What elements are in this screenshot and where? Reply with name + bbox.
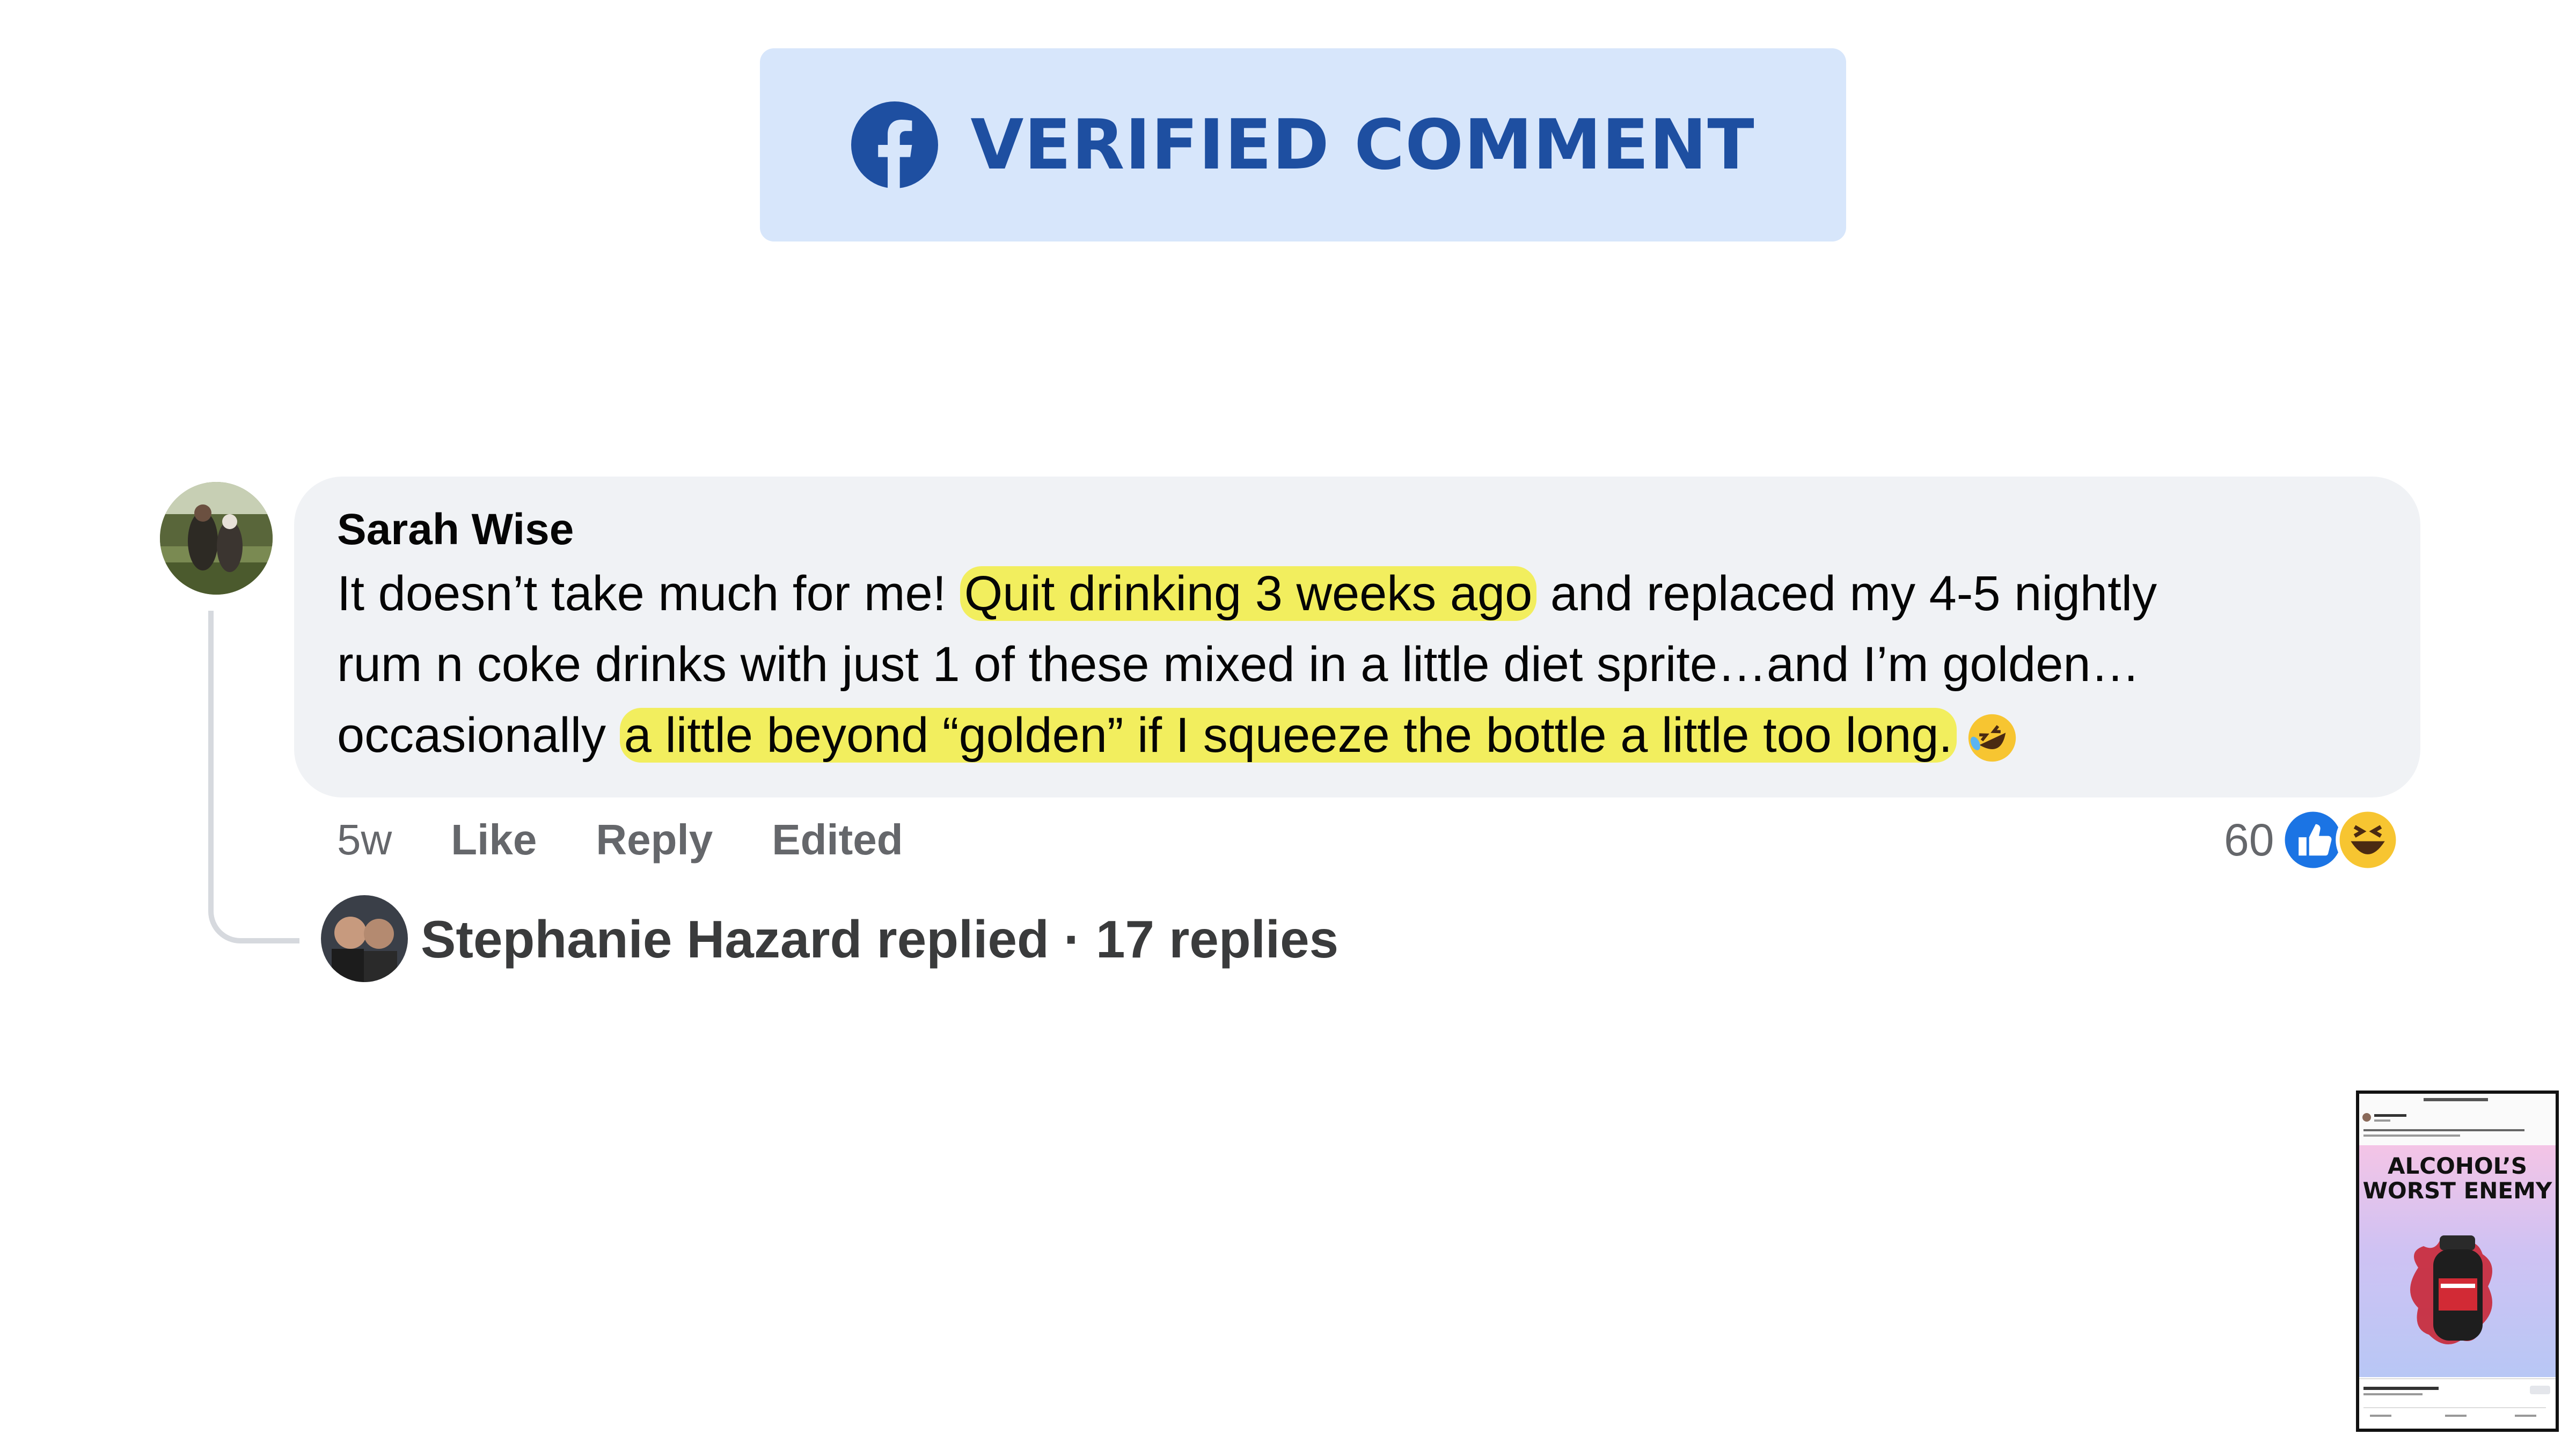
highlighted-text: Quit drinking 3 weeks ago <box>960 566 1537 621</box>
reaction-count: 60 <box>2224 814 2274 865</box>
comment-line: rum n coke drinks with just 1 of these m… <box>337 637 2140 692</box>
badge-title: VERIFIED COMMENT <box>970 105 1755 185</box>
comment-timestamp[interactable]: 5w <box>337 815 392 865</box>
thumbnail-post-footer <box>2359 1378 2556 1429</box>
thread-connector-line <box>208 611 299 943</box>
comment-line: occasionally a little beyond “golden” if… <box>337 700 2420 782</box>
ad-image: ALCOHOL’S WORST ENEMY <box>2359 1145 2556 1377</box>
thumbnail-post-header <box>2359 1094 2556 1146</box>
comment-text-segment: It doesn’t take much for me! <box>337 566 960 621</box>
edited-label[interactable]: Edited <box>772 815 903 865</box>
comment-text-segment: occasionally <box>337 708 620 763</box>
comment-actions: 5w Like Reply Edited <box>337 810 962 869</box>
comment-line: It doesn’t take much for me! Quit drinki… <box>337 558 2420 629</box>
reaction-summary[interactable]: 60 <box>2224 805 2401 875</box>
avatar[interactable] <box>160 482 273 595</box>
ad-thumbnail[interactable]: ALCOHOL’S WORST ENEMY <box>2356 1091 2559 1432</box>
product-bottle-icon <box>2410 1235 2492 1344</box>
comment-text-segment: and replaced my 4-5 nightly <box>1536 566 2157 621</box>
reply-avatar[interactable] <box>321 895 408 982</box>
comment-author[interactable]: Sarah Wise <box>337 506 2420 554</box>
rolling-laughing-emoji-icon <box>1966 712 2018 782</box>
highlighted-text: a little beyond “golden” if I squeeze th… <box>619 708 1957 763</box>
replies-summary-link[interactable]: Stephanie Hazard replied · 17 replies <box>421 907 1338 971</box>
reply-button[interactable]: Reply <box>596 815 713 865</box>
like-button[interactable]: Like <box>451 815 537 865</box>
facebook-logo-icon <box>851 101 939 188</box>
haha-reaction-icon <box>2336 808 2401 872</box>
comment-bubble: Sarah Wise It doesn’t take much for me! … <box>294 477 2420 797</box>
comment-text: It doesn’t take much for me! Quit drinki… <box>337 558 2420 782</box>
verified-comment-badge: VERIFIED COMMENT <box>760 48 1846 241</box>
ad-headline: ALCOHOL’S WORST ENEMY <box>2362 1153 2552 1204</box>
